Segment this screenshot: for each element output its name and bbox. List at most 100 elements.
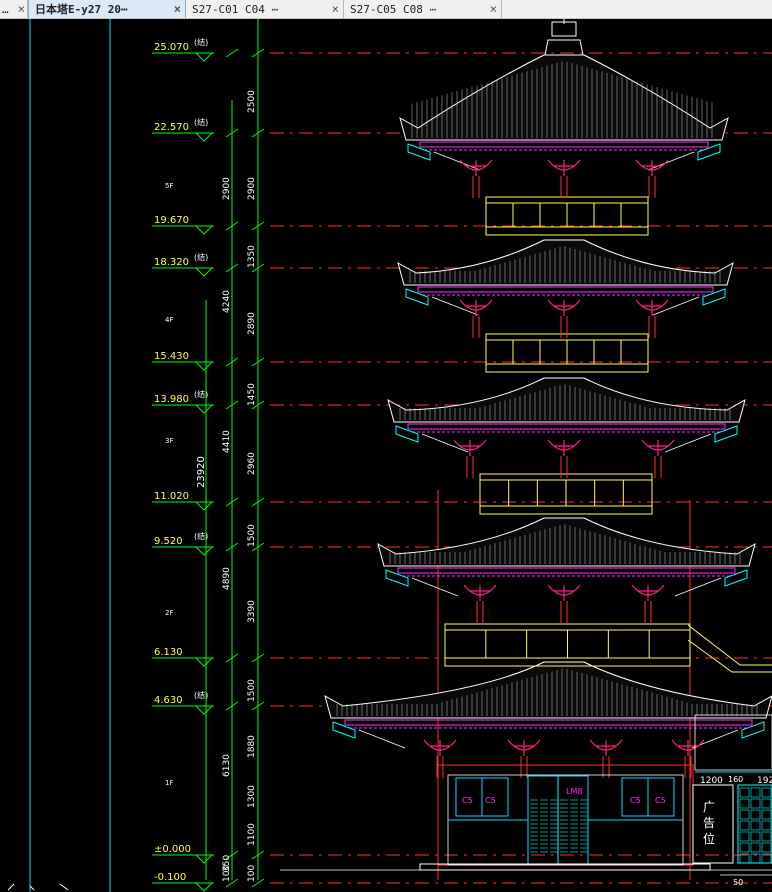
document-tab-bar: … × 日本塔E-y27 20⋯ × S27-C01 C04 ⋯ × S27-C…: [0, 0, 772, 19]
annex-dim: 160: [728, 775, 743, 784]
roof-tier: [324, 661, 772, 749]
elevation-marker: 6.130: [152, 647, 265, 667]
elevation-tag: (结): [194, 252, 208, 262]
dimension-text: 6130: [222, 754, 232, 777]
dimension-chains: 2500 2900 1350 2890 1450 2960 1500 3390 1500 1880…: [196, 19, 259, 882]
close-icon[interactable]: ×: [168, 3, 181, 15]
elevation-value: ±0.000: [154, 844, 191, 855]
elevation-marker: 11.020: [152, 491, 265, 511]
dimension-text: 2960: [247, 452, 257, 475]
dimension-text: 1500: [247, 679, 257, 702]
elevation-value: 11.020: [154, 491, 189, 502]
elevation-value: 22.570: [154, 122, 189, 133]
tab-drawing-c05[interactable]: S27-C05 C08 ⋯ ×: [344, 0, 502, 18]
dimension-text: 2900: [222, 177, 232, 200]
sign-char: 广: [703, 800, 715, 814]
balcony-railing: [485, 196, 649, 236]
dimension-text: 2900: [247, 177, 257, 200]
tab-overflow[interactable]: … ×: [0, 0, 28, 18]
elevation-value: 15.430: [154, 351, 189, 362]
dimension-text: 4890: [222, 567, 232, 590]
floor-label: 1F: [165, 779, 173, 787]
dougong-bracket: [547, 159, 581, 176]
elevation-value: 19.670: [154, 215, 189, 226]
dougong-bracket: [459, 299, 493, 316]
window-tag: C5: [630, 796, 641, 805]
tab-drawing-c01[interactable]: S27-C01 C04 ⋯ ×: [186, 0, 344, 18]
dimension-text: 2500: [247, 90, 257, 113]
floor-label: 4F: [165, 316, 173, 324]
pagoda-elevation-drawing: C5 C5 C5 C5 LM8 广 告 位 1200 160 192 50: [280, 19, 772, 887]
elevation-marker: 15.430: [152, 351, 265, 371]
roof-tier: [397, 239, 734, 316]
roof-tier: [399, 54, 729, 171]
elevation-marker: 25.070 (结): [152, 37, 265, 62]
window-tag: C5: [655, 796, 666, 805]
dimension-text: 1300: [247, 785, 257, 808]
close-icon[interactable]: ×: [326, 3, 339, 15]
dimension-text: 1350: [247, 245, 257, 268]
tab-label: 日本塔E-y27 20⋯: [35, 3, 128, 16]
elevation-value: 6.130: [154, 647, 183, 658]
dimension-text: 1880: [247, 735, 257, 758]
tab-drawing-main[interactable]: 日本塔E-y27 20⋯ ×: [28, 0, 186, 18]
close-icon[interactable]: ×: [12, 3, 25, 15]
elevation-value: 18.320: [154, 257, 189, 268]
elevation-tag: (结): [194, 37, 208, 47]
tab-label: S27-C05 C08 ⋯: [350, 2, 437, 16]
balcony-railing: [479, 473, 653, 515]
elevation-value: 25.070: [154, 42, 189, 53]
roof-tier: [387, 377, 746, 453]
balcony-railing: [444, 623, 691, 667]
dimension-text: 3390: [247, 600, 257, 623]
dougong-bracket: [671, 739, 705, 756]
dimension-text: 4240: [222, 290, 232, 313]
sign-char: 告: [703, 816, 715, 830]
ground-floor-facade: C5 C5 C5 C5 LM8: [280, 764, 772, 871]
dimension-text: 100: [247, 865, 257, 882]
finial: [544, 19, 584, 56]
dougong-bracket: [507, 739, 541, 756]
elevation-value: 9.520: [154, 536, 183, 547]
floor-label: 2F: [165, 609, 173, 617]
dougong-bracket: [547, 584, 581, 601]
dougong-bracket: [423, 739, 457, 756]
dougong-bracket: [463, 584, 497, 601]
dimension-text: 100: [222, 865, 232, 882]
dougong-bracket: [635, 159, 669, 176]
close-icon[interactable]: ×: [484, 3, 497, 15]
dougong-bracket: [547, 439, 581, 456]
dimension-text: 2890: [247, 312, 257, 335]
annex-dim: 1920: [757, 776, 772, 786]
total-dimension: 23920: [196, 456, 207, 488]
dougong-bracket: [547, 299, 581, 316]
dimension-text: 1450: [247, 383, 257, 406]
dimension-text: 4410: [222, 430, 232, 453]
tab-overflow-label: …: [2, 2, 9, 16]
dougong-bracket: [589, 739, 623, 756]
elevation-marker: 22.570 (结): [152, 117, 265, 142]
floor-label: 3F: [165, 437, 173, 445]
annex-dim: 50: [733, 878, 743, 887]
elevation-value: -0.100: [154, 872, 186, 883]
balcony-railing: [485, 333, 649, 373]
floor-label: 5F: [165, 182, 173, 190]
dimension-text: 1500: [247, 524, 257, 547]
dougong-bracket: [635, 299, 669, 316]
tab-label: S27-C01 C04 ⋯: [192, 2, 279, 16]
dougong-bracket: [641, 439, 675, 456]
sign-char: 位: [703, 831, 715, 846]
door-tag: LM8: [566, 787, 582, 796]
elevation-marker: 19.670: [152, 215, 265, 235]
roof-tier: [377, 517, 756, 597]
dougong-bracket: [459, 159, 493, 176]
window-tag: C5: [462, 796, 473, 805]
ucs-fragment: [7, 883, 69, 891]
annex-dim: 1200: [700, 776, 723, 786]
elevation-value: 13.980: [154, 394, 189, 405]
window-tag: C5: [485, 796, 496, 805]
elevation-tag: (结): [194, 117, 208, 127]
dimension-text: 1100: [247, 823, 257, 846]
cad-model-space-canvas[interactable]: 25.070 (结) 22.570 (结) 19.670 18.320 (结) 15.430 1…: [0, 19, 772, 892]
elevation-value: 4.630: [154, 695, 183, 706]
